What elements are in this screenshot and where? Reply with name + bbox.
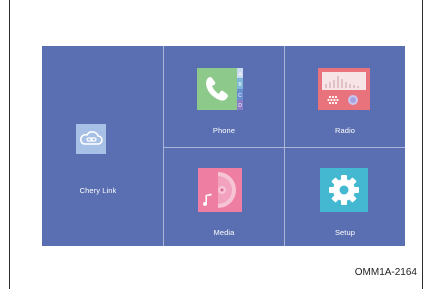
media-tile[interactable]: Media — [164, 148, 284, 246]
phone-tile[interactable]: A B C D Phone — [164, 46, 284, 147]
radio-icon — [318, 68, 370, 110]
phone-side-letter-d: D — [238, 103, 242, 109]
home-screen: Chery Link A B C D Phone Radio Media Set… — [42, 46, 405, 246]
chery-link-tile[interactable]: Chery Link — [42, 46, 163, 246]
chery-link-label: Chery Link — [79, 186, 117, 195]
music-disc-icon — [198, 168, 242, 212]
phone-side-letter-c: C — [238, 93, 242, 99]
setup-label: Setup — [334, 228, 356, 237]
radio-label: Radio — [334, 126, 356, 135]
media-label: Media — [213, 228, 235, 237]
figure-code: OMM1A-2164 — [354, 267, 417, 278]
phone-icon: A B C D — [197, 68, 243, 110]
cloud-link-icon — [76, 124, 106, 154]
setup-tile[interactable]: Setup — [285, 148, 405, 246]
gear-icon — [320, 168, 368, 212]
phone-label: Phone — [212, 126, 236, 135]
radio-tile[interactable]: Radio — [285, 46, 405, 147]
